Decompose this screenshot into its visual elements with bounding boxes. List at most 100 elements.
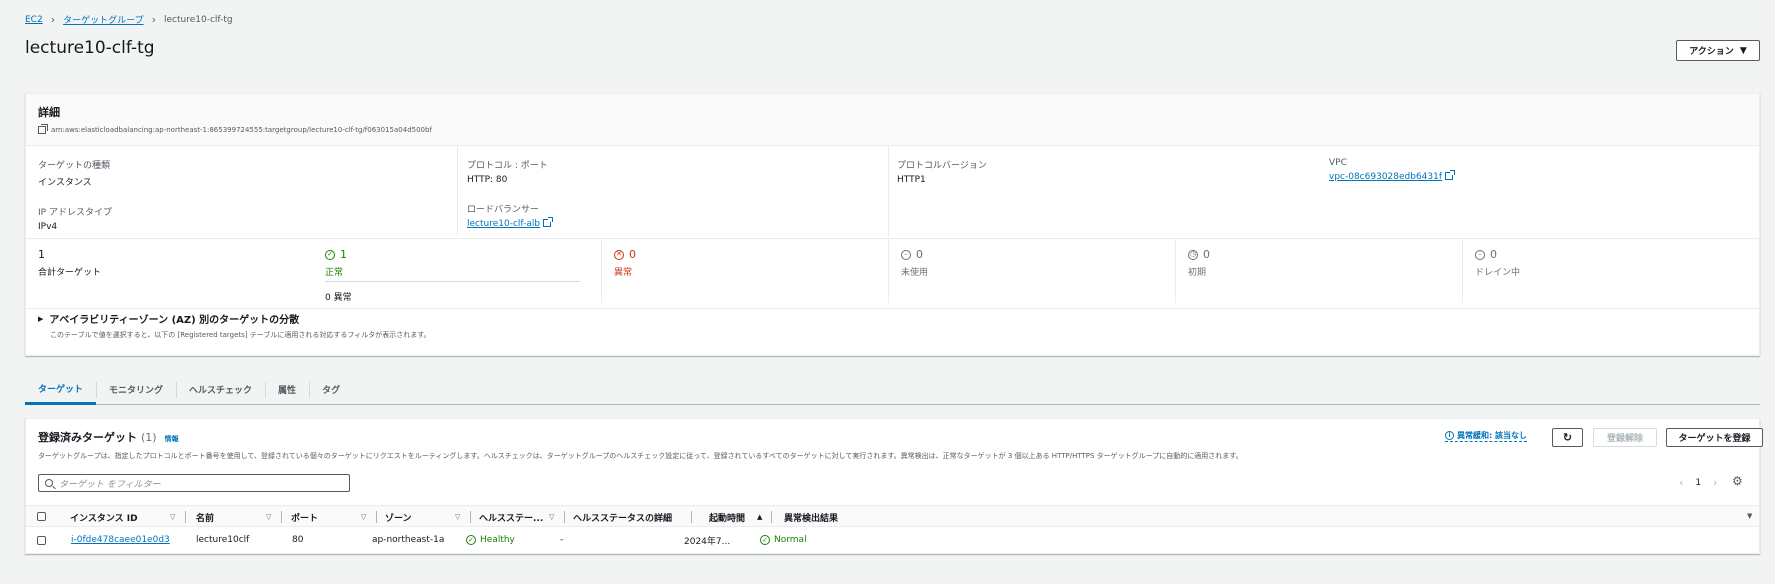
anomaly-label: 異常緩和: 該当なし bbox=[1457, 431, 1527, 440]
col-anomaly-label: 異常検出結果 bbox=[784, 513, 839, 524]
az-distribution[interactable]: ▶ アベイラビリティーゾーン (AZ) 別のターゲットの分散 このテーブルで値を… bbox=[38, 311, 431, 340]
load-balancer-link[interactable]: lecture10-clf-alb bbox=[467, 219, 540, 229]
refresh-icon: ↻ bbox=[1562, 431, 1573, 444]
tab-attributes[interactable]: 属性 bbox=[265, 375, 309, 404]
filter-input[interactable]: ターゲット をフィルター bbox=[38, 474, 350, 492]
targets-description: ターゲットグループは、指定したプロトコルとポート番号を使用して、登録されている個… bbox=[38, 452, 1243, 460]
ip-type-label: IP アドレスタイプ bbox=[38, 208, 112, 218]
cell-instance-id: i-0fde478caee01e0d3 bbox=[71, 527, 170, 553]
details-col-1: ターゲットの種類 インスタンス IP アドレスタイプ IPv4 bbox=[26, 146, 457, 236]
cell-name: lecture10clf bbox=[196, 535, 250, 545]
chevron-down-icon[interactable]: ▼ bbox=[1747, 512, 1752, 520]
row-checkbox[interactable] bbox=[37, 536, 46, 545]
healthy-value: 1 bbox=[340, 248, 347, 261]
targets-title: 登録済みターゲット bbox=[38, 431, 137, 444]
load-balancer-label: ロードバランサー bbox=[467, 205, 540, 215]
details-title: 詳細 bbox=[38, 106, 60, 119]
chevron-right-icon[interactable]: › bbox=[1713, 476, 1717, 489]
col-health-detail-label: ヘルスステータスの詳細 bbox=[573, 513, 673, 524]
tab-monitoring[interactable]: モニタリング bbox=[96, 375, 176, 404]
external-link-icon bbox=[1445, 170, 1456, 180]
initial-value: 0 bbox=[1203, 248, 1210, 261]
breadcrumb: EC2 › ターゲットグループ › lecture10-clf-tg bbox=[25, 13, 233, 26]
column-divider bbox=[185, 511, 186, 523]
sort-icon: ▽ bbox=[266, 513, 272, 521]
action-button-label: アクション bbox=[1689, 47, 1734, 57]
col-anomaly[interactable]: 異常検出結果 bbox=[784, 506, 984, 528]
details-grid: ターゲットの種類 インスタンス IP アドレスタイプ IPv4 プロトコル : … bbox=[26, 146, 1761, 239]
target-type-label: ターゲットの種類 bbox=[38, 161, 111, 171]
protocol-version-value: HTTP1 bbox=[897, 175, 926, 185]
check-circle-icon: ✓ bbox=[760, 535, 770, 545]
stat-unhealthy: ✕ 0 異常 bbox=[601, 239, 888, 303]
ip-type-value: IPv4 bbox=[38, 222, 58, 232]
col-port-label: ポート bbox=[291, 513, 319, 524]
tab-health-check[interactable]: ヘルスチェック bbox=[176, 375, 265, 404]
col-health-status[interactable]: ヘルスステー... ▽ bbox=[479, 506, 573, 528]
col-port[interactable]: ポート ▽ bbox=[291, 506, 385, 528]
pagination: ‹ 1 › bbox=[1679, 476, 1718, 489]
col-zone-label: ゾーン bbox=[385, 513, 412, 524]
vpc-row: vpc-08c693028edb6431f bbox=[1329, 170, 1752, 182]
gear-icon[interactable]: ⚙ bbox=[1732, 474, 1743, 488]
healthy-label: 正常 bbox=[325, 268, 344, 278]
unhealthy-label: 異常 bbox=[614, 268, 633, 278]
column-divider bbox=[281, 511, 282, 523]
col-launch-time[interactable]: 起動時間 ▲ bbox=[709, 506, 781, 528]
tab-tags[interactable]: タグ bbox=[309, 375, 353, 404]
col-launch-time-label: 起動時間 bbox=[709, 513, 746, 524]
breadcrumb-ec2[interactable]: EC2 bbox=[25, 15, 43, 25]
info-link[interactable]: 情報 bbox=[165, 434, 179, 444]
vpc-link[interactable]: vpc-08c693028edb6431f bbox=[1329, 172, 1442, 182]
stat-healthy: ✓ 1 正常 0 異常 bbox=[313, 239, 601, 303]
breadcrumb-current: lecture10-clf-tg bbox=[163, 14, 233, 25]
register-targets-button[interactable]: ターゲットを登録 bbox=[1666, 428, 1763, 447]
breadcrumb-target-groups[interactable]: ターゲットグループ bbox=[63, 13, 143, 26]
select-all-checkbox[interactable] bbox=[37, 512, 46, 521]
healthy-row: ✓ 1 bbox=[325, 248, 589, 261]
stat-draining: – 0 ドレイン中 bbox=[1462, 239, 1759, 303]
page-number[interactable]: 1 bbox=[1695, 478, 1701, 488]
instance-id-link[interactable]: i-0fde478caee01e0d3 bbox=[71, 535, 170, 545]
protocol-label: プロトコル : ポート bbox=[467, 161, 548, 171]
cell-health: ✓ Healthy bbox=[466, 527, 515, 553]
column-divider bbox=[691, 511, 692, 523]
unused-row: – 0 bbox=[901, 248, 1163, 261]
draining-label: ドレイン中 bbox=[1475, 268, 1521, 278]
table-header: インスタンス ID ▽ 名前 ▽ ポート ▽ ゾーン ▽ ヘルスステー... ▽… bbox=[26, 505, 1759, 527]
external-link-icon bbox=[543, 217, 554, 227]
col-name[interactable]: 名前 ▽ bbox=[196, 506, 291, 528]
sort-icon: ▽ bbox=[361, 513, 367, 521]
sort-asc-icon: ▲ bbox=[757, 513, 763, 521]
stat-unused: – 0 未使用 bbox=[888, 239, 1175, 303]
col-instance-id[interactable]: インスタンス ID ▽ bbox=[70, 506, 196, 528]
col-instance-id-label: インスタンス ID bbox=[70, 513, 138, 524]
chevron-left-icon[interactable]: ‹ bbox=[1679, 476, 1683, 489]
registered-targets-panel: 登録済みターゲット (1) 情報 ターゲットグループは、指定したプロトコルとポー… bbox=[25, 418, 1763, 554]
col-health-detail[interactable]: ヘルスステータスの詳細 bbox=[573, 506, 698, 528]
col-zone[interactable]: ゾーン ▽ bbox=[385, 506, 479, 528]
details-header: 詳細 arn:aws:elasticloadbalancing:ap-north… bbox=[26, 94, 1759, 146]
protocol-value: HTTP: 80 bbox=[467, 175, 508, 185]
health-value: Healthy bbox=[480, 535, 515, 545]
table-row: i-0fde478caee01e0d3 lecture10clf 80 ap-n… bbox=[26, 527, 1759, 553]
total-label: 合計ターゲット bbox=[38, 268, 102, 278]
caret-right-icon: ▶ bbox=[38, 314, 44, 323]
refresh-button[interactable]: ↻ bbox=[1552, 428, 1583, 447]
copy-icon[interactable] bbox=[38, 124, 48, 134]
vpc-label: VPC bbox=[1329, 158, 1347, 168]
deregister-button[interactable]: 登録解除 bbox=[1593, 428, 1657, 447]
targets-header: 登録済みターゲット (1) 情報 bbox=[38, 429, 179, 445]
anomaly-mitigation[interactable]: i 異常緩和: 該当なし bbox=[1445, 430, 1527, 442]
column-divider bbox=[771, 511, 772, 523]
filter-placeholder: ターゲット をフィルター bbox=[59, 479, 161, 490]
unused-label: 未使用 bbox=[901, 268, 929, 278]
search-icon bbox=[45, 479, 53, 487]
initial-label: 初期 bbox=[1188, 268, 1207, 278]
tab-targets[interactable]: ターゲット bbox=[25, 375, 97, 405]
action-button[interactable]: アクション ▼ bbox=[1676, 40, 1760, 61]
draining-row: – 0 bbox=[1475, 248, 1747, 261]
unused-value: 0 bbox=[916, 248, 923, 261]
target-type-value: インスタンス bbox=[38, 178, 92, 188]
az-title: アベイラビリティーゾーン (AZ) 別のターゲットの分散 bbox=[49, 315, 300, 326]
